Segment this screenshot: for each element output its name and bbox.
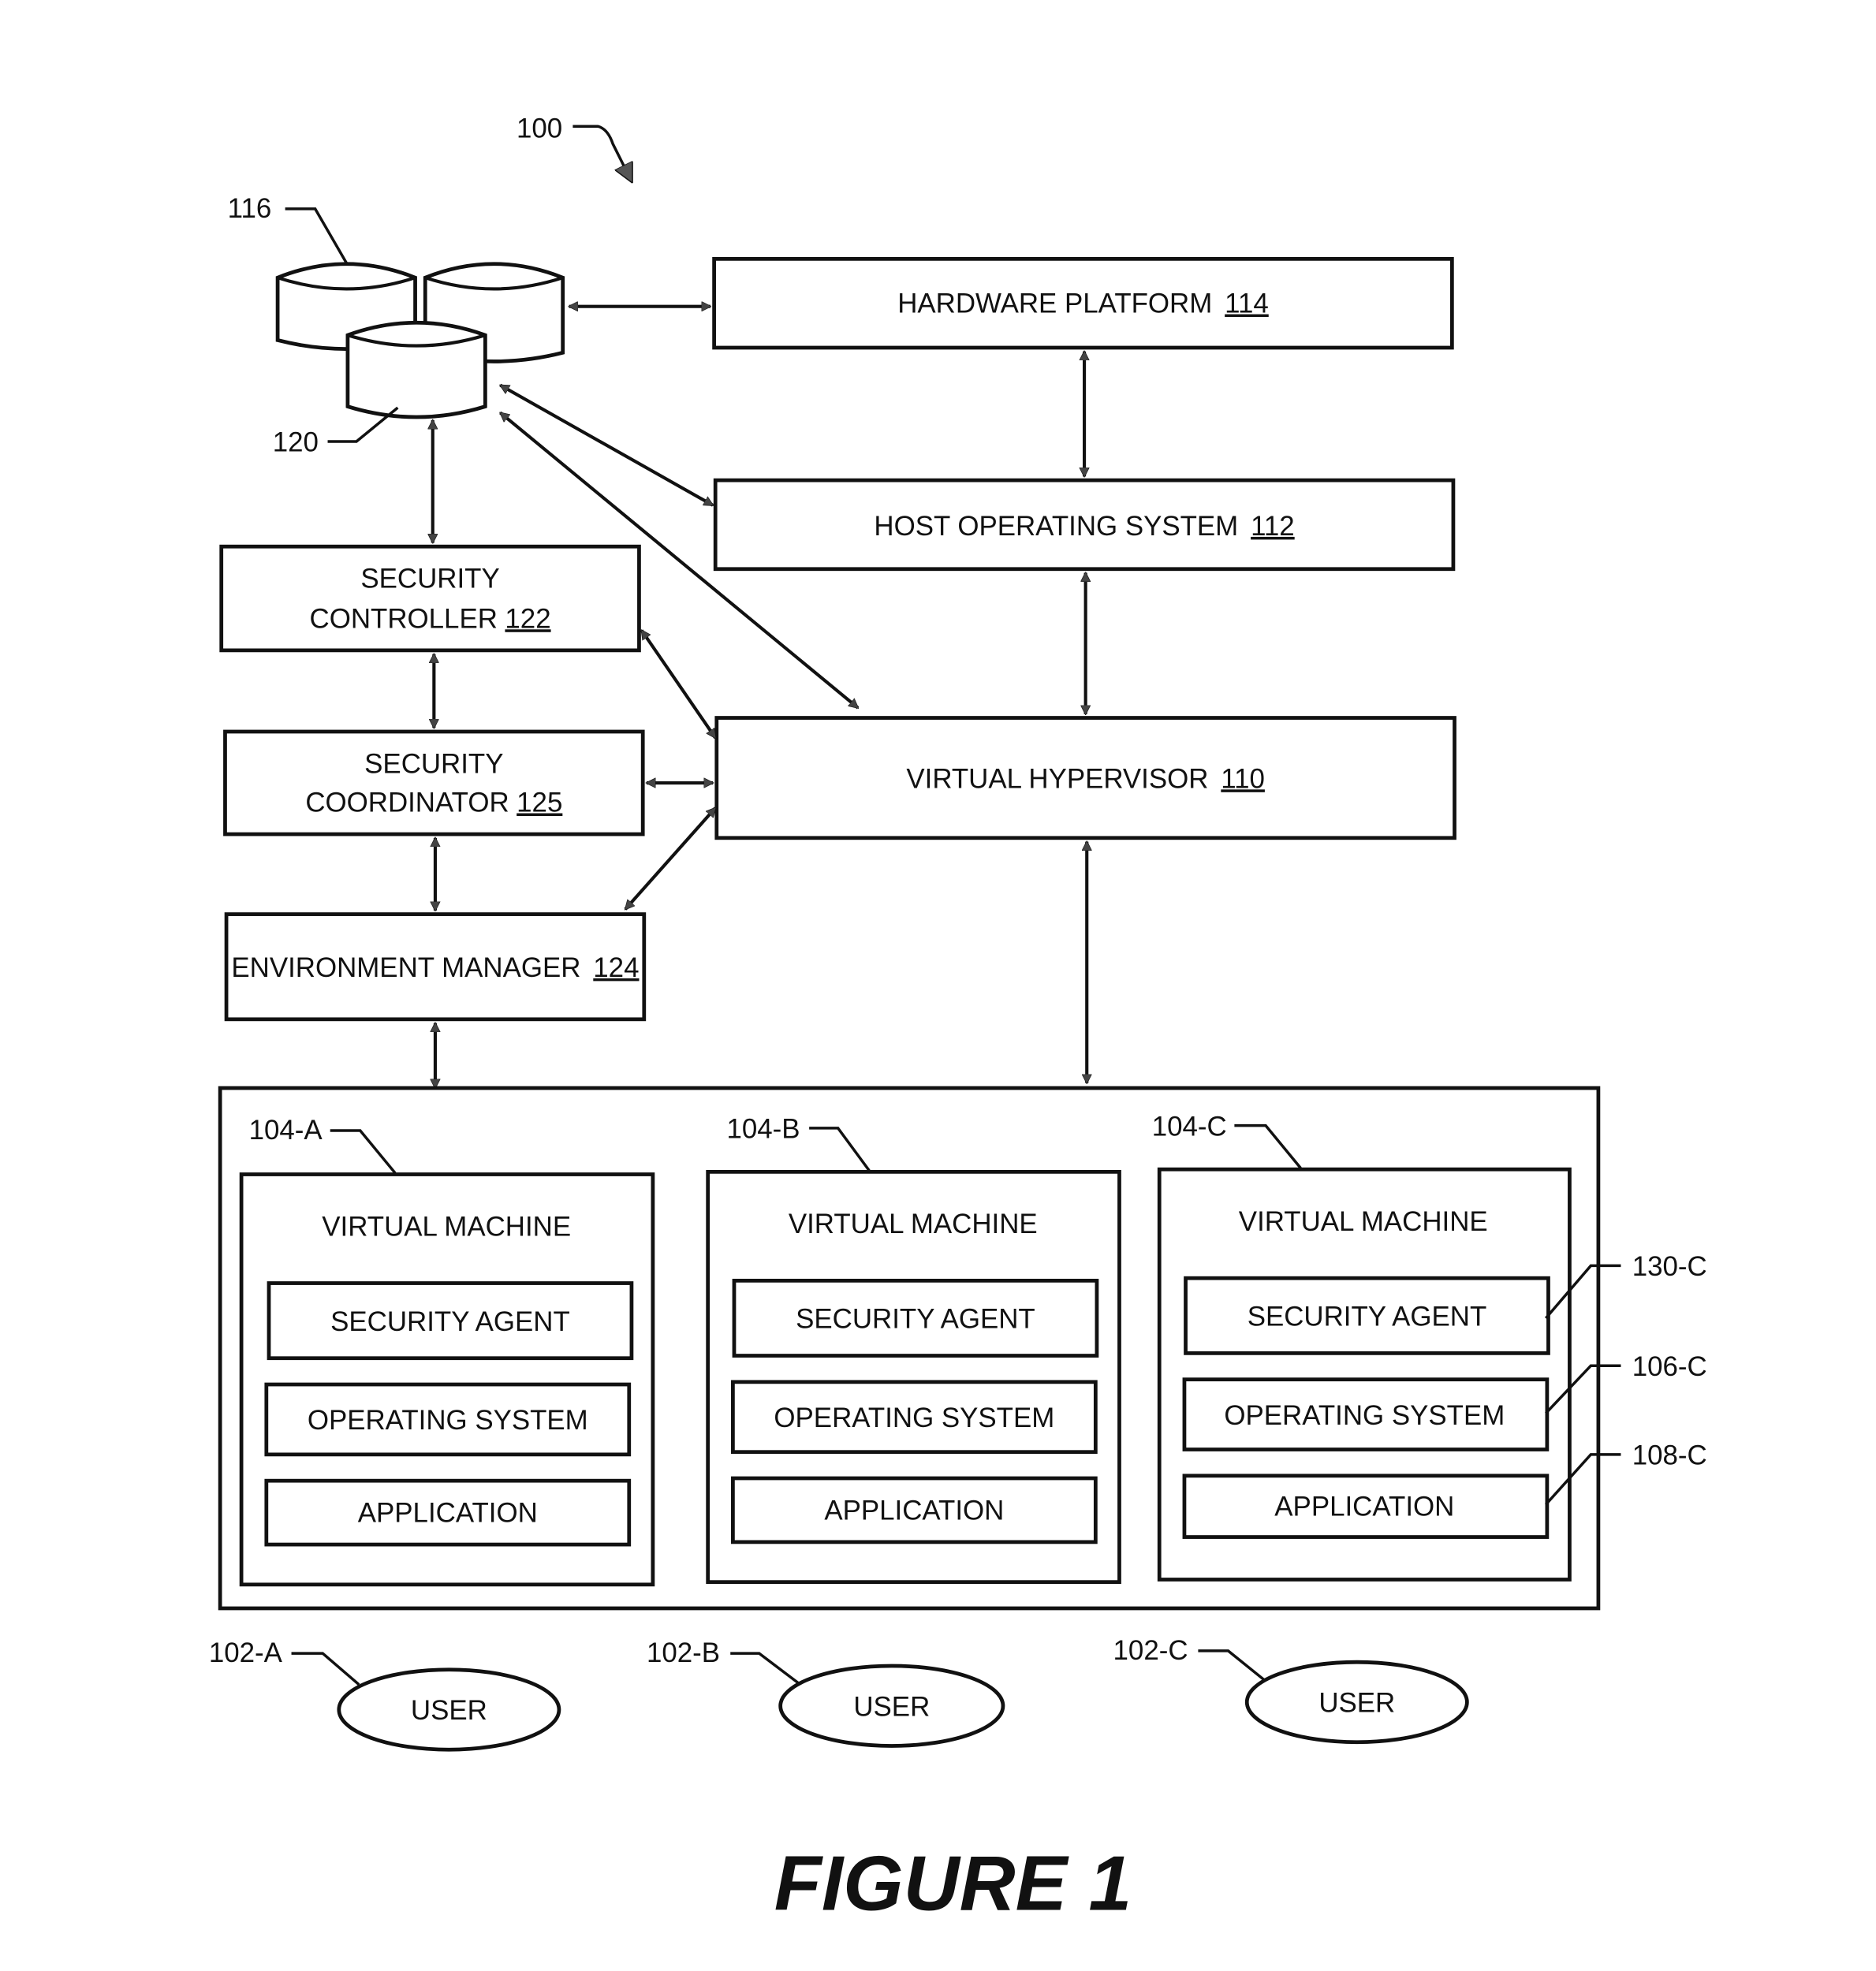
host-os-box: HOST OPERATING SYSTEM 112 <box>713 478 1456 572</box>
vm-104-a: 104-A VIRTUAL MACHINE SECURITY AGENT OPE… <box>239 1115 655 1587</box>
vm-ref: 104-C <box>1152 1111 1227 1142</box>
environment-manager-label: ENVIRONMENT MANAGER <box>231 952 580 983</box>
host-os-ref: 112 <box>1251 511 1295 542</box>
environment-manager-box: ENVIRONMENT MANAGER 124 <box>224 912 647 1022</box>
svg-text:HOST OPERATING SYSTEM112: HOST OPERATING SYSTEM 112 <box>874 511 1294 542</box>
security-agent-label: SECURITY AGENT <box>1248 1301 1487 1332</box>
security-controller-ref: 122 <box>505 603 550 634</box>
user-102-b: 102-B USER <box>647 1638 1005 1748</box>
svg-text:CONTROLLER122: CONTROLLER 122 <box>310 603 551 634</box>
hardware-platform-label: HARDWARE PLATFORM <box>897 289 1212 319</box>
user-ref-leader <box>730 1652 802 1686</box>
security-controller-line1: SECURITY <box>360 564 499 594</box>
user-102-c: 102-C USER <box>1113 1635 1469 1745</box>
operating-system-label: OPERATING SYSTEM <box>308 1405 588 1436</box>
hypervisor-label: VIRTUAL HYPERVISOR <box>906 763 1208 794</box>
svg-text:COORDINATOR125: COORDINATOR 125 <box>305 788 562 818</box>
user-102-a: 102-A USER <box>209 1638 561 1752</box>
hypervisor-box: VIRTUAL HYPERVISOR 110 <box>714 716 1456 840</box>
user-ref-leader <box>291 1652 360 1686</box>
ref-120: 120 <box>273 427 319 458</box>
ref-108c: 108-C <box>1632 1440 1707 1471</box>
security-coordinator-box: SECURITY COORDINATOR 125 <box>223 729 645 836</box>
hardware-platform-ref: 114 <box>1225 289 1269 319</box>
user-ref: 102-A <box>209 1638 283 1668</box>
security-agent-label: SECURITY AGENT <box>796 1304 1035 1335</box>
vm-title: VIRTUAL MACHINE <box>322 1211 571 1242</box>
operating-system-label: OPERATING SYSTEM <box>1224 1400 1505 1431</box>
security-coordinator-line2: COORDINATOR <box>305 788 509 818</box>
hardware-platform-box: HARDWARE PLATFORM 114 <box>712 256 1454 350</box>
user-ref: 102-C <box>1113 1635 1188 1666</box>
user-label: USER <box>1318 1688 1395 1719</box>
vm-ref: 104-A <box>249 1115 323 1146</box>
ref-106c: 106-C <box>1632 1351 1707 1382</box>
storage-databases: 116 120 <box>228 193 565 458</box>
application-label: APPLICATION <box>824 1495 1004 1526</box>
svg-text:ENVIRONMENT MANAGER124: ENVIRONMENT MANAGER 124 <box>231 952 639 983</box>
vm-ref: 104-B <box>726 1114 800 1145</box>
arrow-storage-hostos <box>500 383 713 507</box>
figure-caption: FIGURE 1 <box>774 1839 1132 1926</box>
security-coordinator-ref: 125 <box>517 788 562 818</box>
system-ref: 100 <box>517 113 632 181</box>
operating-system-label: OPERATING SYSTEM <box>774 1403 1054 1433</box>
vm-104-b: 104-B VIRTUAL MACHINE SECURITY AGENT OPE… <box>706 1114 1121 1585</box>
application-label: APPLICATION <box>358 1498 538 1529</box>
arrow-controller-hypervisor <box>640 630 717 737</box>
database-icon <box>345 320 487 419</box>
user-label: USER <box>411 1695 487 1726</box>
ref-100-arrow <box>572 125 632 181</box>
environment-manager-ref: 124 <box>593 952 639 983</box>
host-os-label: HOST OPERATING SYSTEM <box>874 511 1238 542</box>
security-controller-line2: CONTROLLER <box>310 603 498 634</box>
ref-130c: 130-C <box>1632 1251 1707 1282</box>
vm-104-c: 104-C VIRTUAL MACHINE SECURITY AGENT OPE… <box>1152 1111 1707 1582</box>
vm-title: VIRTUAL MACHINE <box>1239 1206 1488 1237</box>
security-controller-box: SECURITY CONTROLLER 122 <box>219 544 641 653</box>
application-label: APPLICATION <box>1274 1492 1454 1522</box>
ref-116-leader <box>285 207 349 266</box>
hypervisor-ref: 110 <box>1221 763 1265 794</box>
user-ref-leader <box>1198 1649 1268 1683</box>
user-label: USER <box>853 1691 930 1722</box>
user-ref: 102-B <box>647 1638 720 1668</box>
security-agent-label: SECURITY AGENT <box>330 1306 570 1337</box>
ref-116: 116 <box>228 193 272 224</box>
vm-title: VIRTUAL MACHINE <box>789 1209 1038 1239</box>
security-coordinator-line1: SECURITY <box>364 748 503 779</box>
figure-1-diagram: 100 116 120 HARDWARE PLATFORM 114 HOST O… <box>209 113 1707 1926</box>
ref-100: 100 <box>517 113 562 143</box>
